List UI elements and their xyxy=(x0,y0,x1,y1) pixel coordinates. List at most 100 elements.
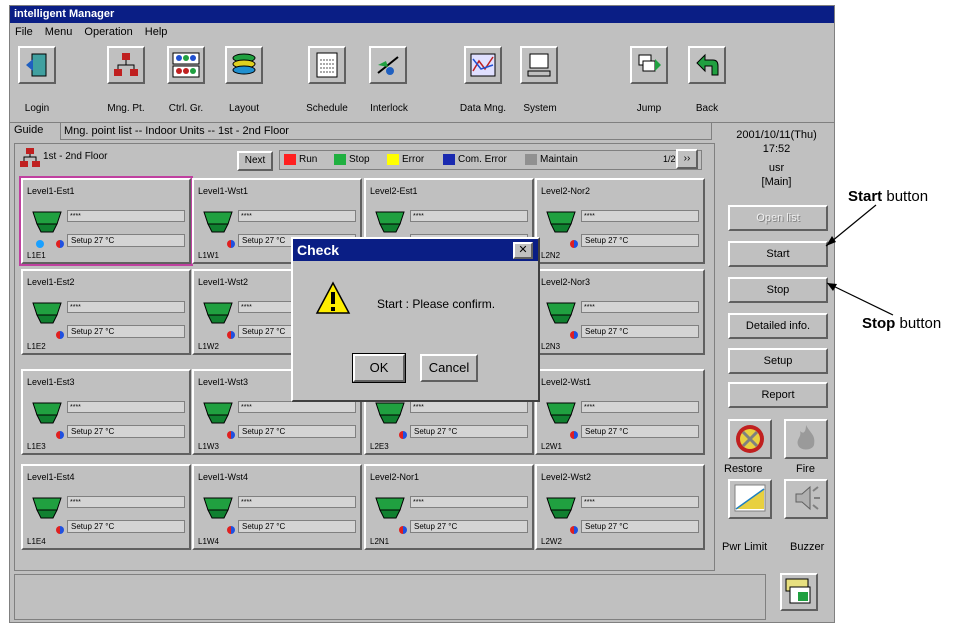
report-button[interactable]: Report xyxy=(728,382,828,408)
start-button[interactable]: Start xyxy=(728,241,828,267)
screen-switch-button[interactable] xyxy=(780,573,818,611)
unit-setpoint: Setup 27 °C xyxy=(581,325,699,338)
unit-cell[interactable]: Level1-Wst4 **** Setup 27 °C L1W4 xyxy=(192,464,362,550)
indoor-unit-icon xyxy=(203,302,233,324)
mode-indicator-icon xyxy=(56,431,64,439)
mng-pt-label: Mng. Pt. xyxy=(107,103,145,114)
mode-indicator-icon xyxy=(570,331,578,339)
dialog-close-button[interactable]: ✕ xyxy=(513,242,533,259)
unit-cell[interactable]: Level1-Est2 **** Setup 27 °C L1E2 xyxy=(21,269,191,355)
unit-name: Level1-Est1 xyxy=(27,186,75,196)
mode-indicator-icon xyxy=(56,331,64,339)
jump-button[interactable] xyxy=(630,46,668,84)
unit-status: **** xyxy=(410,210,528,222)
toolbar: Login Mng. Pt. Ctrl. Gr. Layout Schedule… xyxy=(10,42,834,120)
unit-cell[interactable]: Level2-Nor2 **** Setup 27 °C L2N2 xyxy=(535,178,705,264)
ctrl-gr-button[interactable] xyxy=(167,46,205,84)
system-button[interactable] xyxy=(520,46,558,84)
mode-indicator-icon xyxy=(570,431,578,439)
status-legend: Run Stop Error Com. Error Maintain 1/2 xyxy=(279,150,702,170)
interlock-icon xyxy=(377,56,399,75)
unit-cell[interactable]: Level1-Est1 **** Setup 27 °C L1E1 xyxy=(19,176,193,266)
unit-name: Level1-Est4 xyxy=(27,472,75,482)
unit-code: L2N2 xyxy=(541,251,561,260)
menu-help[interactable]: Help xyxy=(145,26,168,38)
ctrl-gr-label: Ctrl. Gr. xyxy=(168,103,204,114)
unit-cell[interactable]: Level2-Wst1 **** Setup 27 °C L2W1 xyxy=(535,369,705,455)
computer-icon xyxy=(527,53,551,77)
stop-button[interactable]: Stop xyxy=(728,277,828,303)
buzzer-icon xyxy=(795,485,820,511)
buzzer-button[interactable] xyxy=(784,479,828,519)
indoor-unit-icon xyxy=(546,211,576,233)
cancel-button[interactable]: Cancel xyxy=(420,354,478,382)
unit-setpoint: Setup 27 °C xyxy=(67,325,185,338)
next-button[interactable]: Next xyxy=(237,151,273,171)
unit-name: Level1-Est2 xyxy=(27,277,75,287)
door-icon xyxy=(26,53,47,77)
mode-indicator-icon xyxy=(227,331,235,339)
stop-annotation: Stop button xyxy=(862,315,942,332)
setup-button[interactable]: Setup xyxy=(728,348,828,374)
unit-setpoint: Setup 27 °C xyxy=(67,520,185,533)
window-switch-icon xyxy=(785,578,811,604)
layout-button[interactable] xyxy=(225,46,263,84)
unit-status: **** xyxy=(67,496,185,508)
unit-code: L1W3 xyxy=(198,442,219,451)
interlock-button[interactable] xyxy=(369,46,407,84)
restore-button[interactable] xyxy=(728,419,772,459)
mode-indicator-icon xyxy=(570,240,578,248)
unit-cell[interactable]: Level1-Est3 **** Setup 27 °C L1E3 xyxy=(21,369,191,455)
back-button[interactable] xyxy=(688,46,726,84)
unit-name: Level2-Est1 xyxy=(370,186,418,196)
power-limit-button[interactable] xyxy=(728,479,772,519)
unit-name: Level1-Wst4 xyxy=(198,472,249,482)
mode-indicator-icon xyxy=(227,526,235,534)
unit-code: L1W2 xyxy=(198,342,219,351)
unit-status: **** xyxy=(410,496,528,508)
unit-status: **** xyxy=(238,496,356,508)
menu-operation[interactable]: Operation xyxy=(84,26,132,38)
unit-name: Level2-Wst2 xyxy=(541,472,592,482)
unit-cell[interactable]: Level2-Nor3 **** Setup 27 °C L2N3 xyxy=(535,269,705,355)
unit-code: L1E4 xyxy=(27,537,46,546)
login-button[interactable] xyxy=(18,46,56,84)
unit-setpoint: Setup 27 °C xyxy=(238,520,356,533)
menu-menu[interactable]: Menu xyxy=(45,26,73,38)
indoor-unit-icon xyxy=(32,211,62,233)
menu-file[interactable]: File xyxy=(15,26,33,38)
data-mng-button[interactable] xyxy=(464,46,502,84)
unit-setpoint: Setup 27 °C xyxy=(67,234,185,247)
unit-status: **** xyxy=(410,401,528,413)
back-arrow-icon xyxy=(696,53,719,76)
mode-indicator-icon xyxy=(399,431,407,439)
unit-status: **** xyxy=(581,301,699,313)
next-page-button[interactable]: ›› xyxy=(676,149,698,169)
group-icon xyxy=(172,52,200,78)
guide-label: Guide xyxy=(14,124,44,136)
unit-cell[interactable]: Level2-Nor1 **** Setup 27 °C L2N1 xyxy=(364,464,534,550)
unit-name: Level1-Wst2 xyxy=(198,277,249,287)
unit-cell[interactable]: Level1-Est4 **** Setup 27 °C L1E4 xyxy=(21,464,191,550)
ok-button[interactable]: OK xyxy=(352,353,406,383)
mng-pt-button[interactable] xyxy=(107,46,145,84)
login-label: Login xyxy=(24,103,50,114)
schedule-button[interactable] xyxy=(308,46,346,84)
unit-setpoint: Setup 27 °C xyxy=(410,520,528,533)
unit-setpoint: Setup 27 °C xyxy=(410,425,528,438)
menu-bar: File Menu Operation Help xyxy=(10,23,834,41)
unit-code: L1W1 xyxy=(198,251,219,260)
unit-name: Level2-Nor1 xyxy=(370,472,420,482)
detailed-info-button[interactable]: Detailed info. xyxy=(728,313,828,339)
open-list-button[interactable]: Open list xyxy=(728,205,828,231)
unit-cell[interactable]: Level2-Wst2 **** Setup 27 °C L2W2 xyxy=(535,464,705,550)
unit-setpoint: Setup 27 °C xyxy=(238,425,356,438)
legend-com-error: Com. Error xyxy=(443,154,507,165)
indoor-unit-icon xyxy=(546,402,576,424)
layers-icon xyxy=(232,53,256,75)
fan-indicator-icon xyxy=(36,240,44,248)
back-label: Back xyxy=(695,103,719,114)
fire-button[interactable] xyxy=(784,419,828,459)
indoor-unit-icon xyxy=(375,211,405,233)
indoor-unit-icon xyxy=(375,497,405,519)
